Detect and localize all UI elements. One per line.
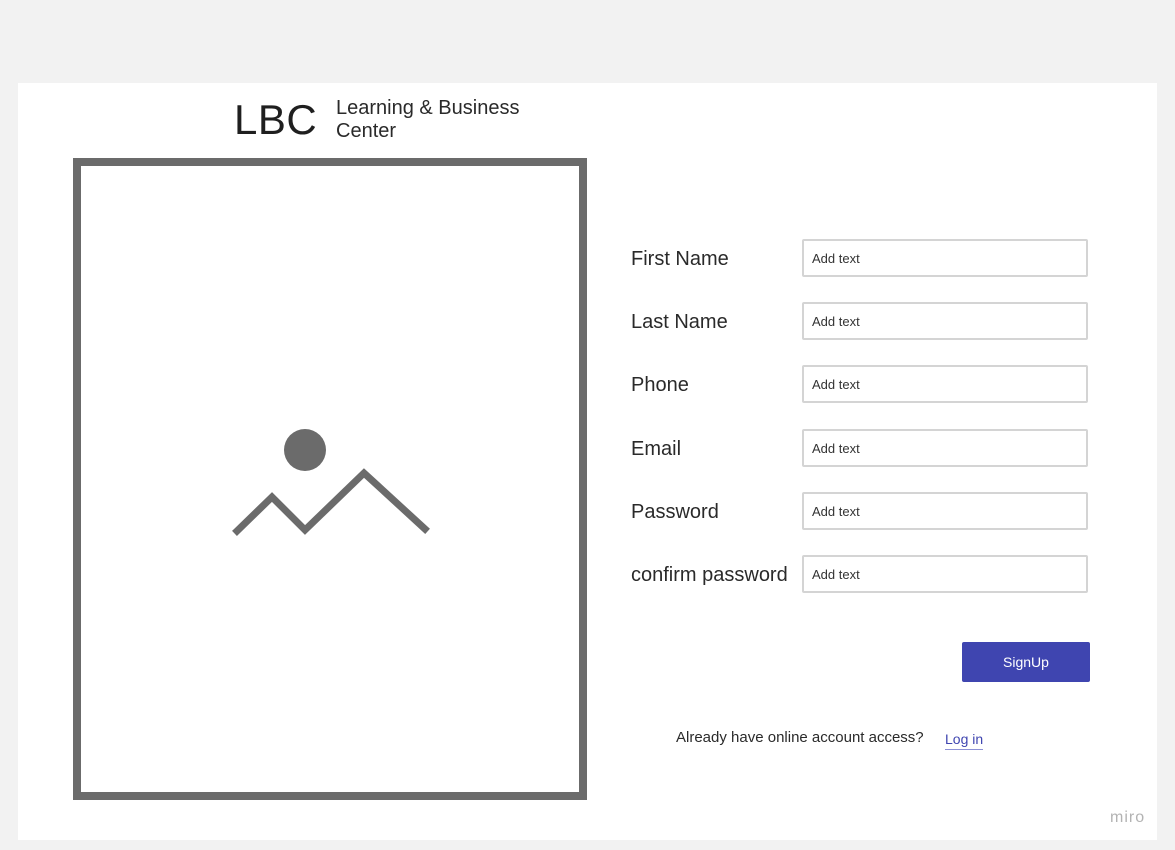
brand-name: Learning & Business Center (336, 97, 520, 142)
login-link[interactable]: Log in (945, 730, 984, 750)
image-placeholder (73, 158, 587, 800)
password-input[interactable] (802, 492, 1088, 530)
confirm-password-label: confirm password (631, 564, 788, 586)
confirm-password-input[interactable] (802, 555, 1088, 593)
first-name-label: First Name (631, 248, 729, 270)
last-name-label: Last Name (631, 311, 728, 333)
phone-input[interactable] (802, 365, 1088, 403)
logo: LBC (234, 96, 318, 143)
miro-watermark: miro (1110, 809, 1146, 826)
phone-label: Phone (631, 374, 689, 396)
signup-button[interactable]: SignUp (962, 642, 1090, 682)
password-label: Password (631, 501, 719, 523)
login-prompt: Already have online account access? (676, 729, 924, 746)
email-input[interactable] (802, 429, 1088, 467)
first-name-input[interactable] (802, 239, 1088, 277)
last-name-input[interactable] (802, 302, 1088, 340)
email-label: Email (631, 438, 682, 460)
image-icon (232, 429, 430, 536)
